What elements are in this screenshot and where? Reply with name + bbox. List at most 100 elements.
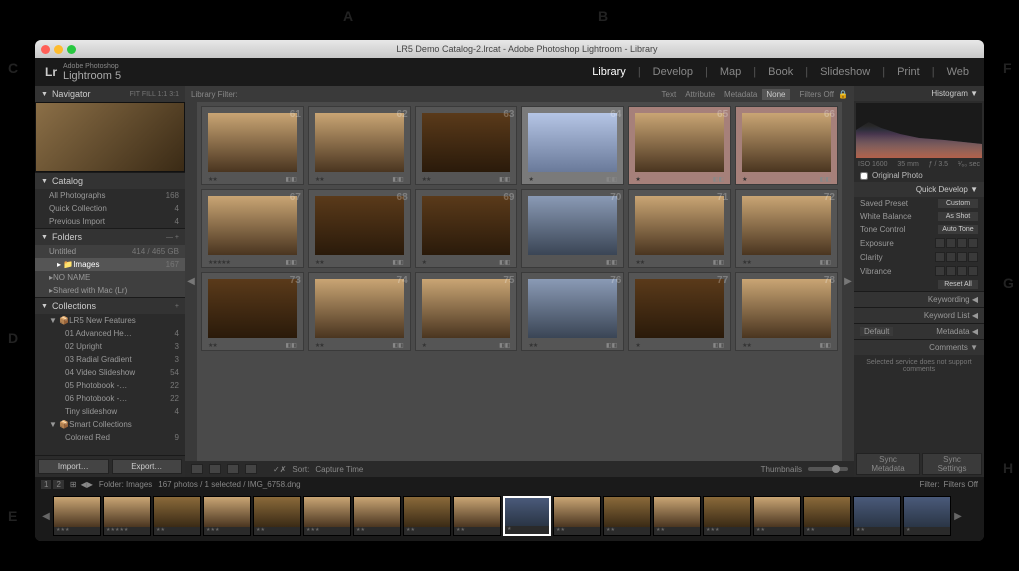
preset-dropdown[interactable]: Custom <box>938 199 978 208</box>
filmstrip-thumb[interactable]: ★★ <box>453 496 501 536</box>
filmstrip-thumb[interactable]: ★★ <box>803 496 851 536</box>
grid-cell[interactable]: 61★★◧◧ <box>201 106 304 185</box>
grid-cell[interactable]: 68★★◧◧ <box>308 189 411 268</box>
folders-images[interactable]: ▸ 📁 Images167 <box>35 258 185 271</box>
view-grid-icon[interactable] <box>191 464 203 474</box>
filmstrip-thumb-selected[interactable]: ★ <box>503 496 551 536</box>
grid-cell-flagged[interactable]: 65★◧◧ <box>628 106 731 185</box>
grid-cell-flagged[interactable]: 66★◧◧ <box>735 106 838 185</box>
catalog-header[interactable]: ▼Catalog <box>35 173 185 189</box>
quickdev-header[interactable]: Quick Develop ▼ <box>854 182 984 197</box>
grid-cell[interactable]: 62★★◧◧ <box>308 106 411 185</box>
module-develop[interactable]: Develop <box>648 66 698 78</box>
metadata-header[interactable]: DefaultMetadata ◀ <box>854 323 984 339</box>
folders-shared[interactable]: ▸ Shared with Mac (Lr) <box>35 284 185 297</box>
navigator-preview[interactable] <box>35 102 185 172</box>
screen-mode-2[interactable]: 2 <box>53 480 63 489</box>
filmstrip-thumb[interactable]: ★★ <box>353 496 401 536</box>
module-print[interactable]: Print <box>892 66 925 78</box>
import-button[interactable]: Import… <box>38 459 109 474</box>
filmstrip-thumb[interactable]: ★★ <box>653 496 701 536</box>
collection-item[interactable]: 03 Radial Gradient3 <box>35 353 185 366</box>
module-library[interactable]: Library <box>587 66 631 78</box>
grid-cell[interactable]: 78★★◧◧ <box>735 272 838 351</box>
grid-cell[interactable]: 70◧◧ <box>521 189 624 268</box>
screen-mode-1[interactable]: 1 <box>41 480 51 489</box>
filmstrip-thumb[interactable]: ★★ <box>853 496 901 536</box>
nav-fwd-icon[interactable]: ▶ <box>87 480 93 489</box>
vibrance-steppers[interactable] <box>935 266 978 276</box>
filmstrip-filters-off[interactable]: Filters Off <box>943 480 978 489</box>
exposure-steppers[interactable] <box>935 238 978 248</box>
sort-value[interactable]: Capture Time <box>315 465 363 474</box>
module-web[interactable]: Web <box>942 66 974 78</box>
histogram-header[interactable]: Histogram ▼ <box>854 86 984 101</box>
filmstrip-thumb[interactable]: ★★★ <box>53 496 101 536</box>
export-button[interactable]: Export… <box>112 459 183 474</box>
catalog-all-photos[interactable]: All Photographs168 <box>35 189 185 202</box>
folder-path[interactable]: Folder: Images <box>99 480 152 489</box>
grid-cell[interactable]: 71★★◧◧ <box>628 189 731 268</box>
histogram-display[interactable] <box>856 103 982 158</box>
sync-metadata-button[interactable]: Sync Metadata <box>856 453 920 475</box>
keywording-header[interactable]: Keywording ◀ <box>854 291 984 307</box>
filmstrip-thumb[interactable]: ★★★ <box>703 496 751 536</box>
reset-all-button[interactable]: Reset All <box>938 280 978 289</box>
filmstrip-prev-icon[interactable]: ◀ <box>41 511 51 522</box>
navigator-header[interactable]: ▼NavigatorFIT FILL 1:1 3:1 <box>35 86 185 102</box>
panel-collapse-right[interactable]: ▶ <box>842 102 854 461</box>
filmstrip-thumb[interactable]: ★★ <box>253 496 301 536</box>
catalog-quick-collection[interactable]: Quick Collection4 <box>35 202 185 215</box>
clarity-steppers[interactable] <box>935 252 978 262</box>
filmstrip-next-icon[interactable]: ▶ <box>953 511 963 522</box>
original-photo-checkbox[interactable] <box>860 172 868 180</box>
collection-item[interactable]: 04 Video Slideshow54 <box>35 366 185 379</box>
window-controls[interactable] <box>41 45 76 54</box>
keywordlist-header[interactable]: Keyword List ◀ <box>854 307 984 323</box>
view-loupe-icon[interactable] <box>209 464 221 474</box>
panel-collapse-left[interactable]: ◀ <box>185 102 197 461</box>
collection-set[interactable]: ▼ 📦 LR5 New Features <box>35 314 185 327</box>
collection-item[interactable]: 01 Advanced He…4 <box>35 327 185 340</box>
collection-item[interactable]: 06 Photobook -…22 <box>35 392 185 405</box>
thumbnail-grid[interactable]: 61★★◧◧ 62★★◧◧ 63★★◧◧ 64★◧◧ 65★◧◧ 66★◧◧ 6… <box>197 102 842 461</box>
filter-lock-icon[interactable]: 🔒 <box>838 90 848 99</box>
filmstrip-thumb[interactable]: ★★★★★ <box>103 496 151 536</box>
collection-item[interactable]: 02 Upright3 <box>35 340 185 353</box>
filter-none[interactable]: None <box>762 89 789 100</box>
sync-settings-button[interactable]: Sync Settings <box>922 453 982 475</box>
filmstrip-thumb[interactable]: ★★★ <box>203 496 251 536</box>
view-survey-icon[interactable] <box>245 464 257 474</box>
grid-cell[interactable]: 67★★★★★◧◧ <box>201 189 304 268</box>
filmstrip-thumb[interactable]: ★★ <box>603 496 651 536</box>
filter-metadata[interactable]: Metadata <box>720 89 761 100</box>
autotone-button[interactable]: Auto Tone <box>938 225 978 234</box>
smart-collection-item[interactable]: Colored Red9 <box>35 431 185 444</box>
catalog-previous-import[interactable]: Previous Import4 <box>35 215 185 228</box>
filters-off-toggle[interactable]: Filters Off <box>800 90 835 99</box>
grid-cell[interactable]: 63★★◧◧ <box>415 106 518 185</box>
collections-header[interactable]: ▼Collections+ <box>35 298 185 314</box>
grid-cell[interactable]: 73★★◧◧ <box>201 272 304 351</box>
grid-cell[interactable]: 74★★◧◧ <box>308 272 411 351</box>
module-map[interactable]: Map <box>715 66 746 78</box>
filmstrip-thumb[interactable]: ★★ <box>753 496 801 536</box>
filter-text[interactable]: Text <box>658 89 681 100</box>
filmstrip[interactable]: ◀ ★★★ ★★★★★ ★★ ★★★ ★★ ★★★ ★★ ★★ ★★ ★ ★★ … <box>35 491 984 541</box>
folders-volume[interactable]: Untitled414 / 465 GB <box>35 245 185 258</box>
comments-header[interactable]: Comments ▼ <box>854 339 984 355</box>
filmstrip-thumb[interactable]: ★★★ <box>303 496 351 536</box>
module-book[interactable]: Book <box>763 66 798 78</box>
grid-cell[interactable]: 76★★◧◧ <box>521 272 624 351</box>
filmstrip-thumb[interactable]: ★★ <box>553 496 601 536</box>
filmstrip-thumb[interactable]: ★ <box>903 496 951 536</box>
module-slideshow[interactable]: Slideshow <box>815 66 875 78</box>
grid-cell[interactable]: 77★◧◧ <box>628 272 731 351</box>
grid-cell[interactable]: 69★◧◧ <box>415 189 518 268</box>
grid-cell-selected[interactable]: 64★◧◧ <box>521 106 624 185</box>
grid-cell[interactable]: 75★◧◧ <box>415 272 518 351</box>
thumbnail-size-slider[interactable] <box>808 467 848 471</box>
filmstrip-thumb[interactable]: ★★ <box>153 496 201 536</box>
grid-cell[interactable]: 72★★◧◧ <box>735 189 838 268</box>
collection-item[interactable]: 05 Photobook -…22 <box>35 379 185 392</box>
